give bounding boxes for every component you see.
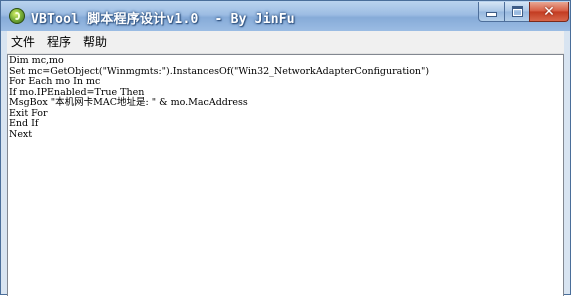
- code-line: For Each mo In mc: [9, 76, 101, 87]
- menu-program[interactable]: 程序: [41, 31, 77, 53]
- minimize-icon: [486, 12, 497, 17]
- code-line: MsgBox "本机网卡MAC地址是: " & mo.MacAddress: [9, 97, 248, 108]
- script-editor[interactable]: Dim mc,mo Set mc=GetObject("Winmgmts:").…: [7, 54, 564, 296]
- maximize-button[interactable]: [504, 2, 530, 22]
- window-title: VBTool 脚本程序设计v1.0 - By JinFu: [31, 12, 295, 27]
- maximize-icon: [511, 6, 523, 17]
- close-button[interactable]: ✕: [529, 2, 569, 22]
- title-bar[interactable]: VBTool 脚本程序设计v1.0 - By JinFu ✕: [1, 1, 570, 31]
- code-line: End If: [9, 118, 39, 129]
- close-icon: ✕: [543, 3, 555, 20]
- code-line: Exit For: [9, 107, 48, 119]
- menu-file[interactable]: 文件: [7, 31, 41, 53]
- minimize-button[interactable]: [478, 2, 505, 22]
- menu-help[interactable]: 帮助: [77, 31, 113, 53]
- app-window: VBTool 脚本程序设计v1.0 - By JinFu ✕ 文件 程序 帮助 …: [0, 0, 571, 296]
- code-line: Next: [9, 128, 33, 140]
- app-icon: [9, 8, 25, 24]
- menu-bar: 文件 程序 帮助: [7, 31, 564, 54]
- code-line: Dim mc,mo: [9, 55, 64, 66]
